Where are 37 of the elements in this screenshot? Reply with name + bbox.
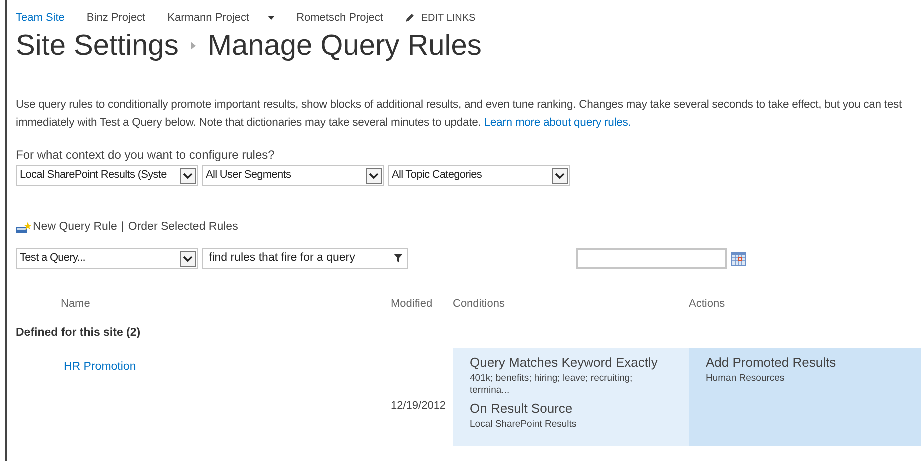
order-rules-link[interactable]: Order Selected Rules xyxy=(128,219,238,237)
column-header[interactable]: Name xyxy=(16,296,391,312)
date-field[interactable] xyxy=(576,248,727,269)
column-header[interactable]: Actions xyxy=(689,296,726,312)
select-field[interactable]: All Topic Categories xyxy=(388,165,570,186)
nav-link[interactable]: Team Site xyxy=(16,10,65,26)
context-label: For what context do you want to configure rules? xyxy=(16,147,276,164)
column-header[interactable]: Modified xyxy=(391,296,453,312)
condition-title: Query Matches Keyword Exactly xyxy=(470,354,659,371)
page-title: Manage Query Rules xyxy=(208,29,482,64)
filter-field[interactable]: find rules that fire for a query xyxy=(202,248,408,269)
action-detail: Human Resources xyxy=(706,372,786,385)
new-rule-icon xyxy=(16,222,32,234)
learn-more-link[interactable]: Learn more about query rules. xyxy=(484,117,632,129)
condition-detail: Local SharePoint Results xyxy=(470,418,578,431)
rule-name-link[interactable]: HR Promotion xyxy=(16,348,391,376)
nav-link[interactable]: Rometsch Project xyxy=(296,10,384,26)
column-header[interactable]: Conditions xyxy=(453,296,689,312)
modified-date: 12/19/2012 xyxy=(391,398,448,414)
select-field[interactable]: Local SharePoint Results (Syste xyxy=(16,165,198,186)
description-text: Use query rules to conditionally promote important results, show blocks of additional results, and even tune ranking. Changes may take several seconds to take effect, but you can test immediately with Test a Query below. Note that dictionaries may take several minutes to update. Learn more about query rules. xyxy=(16,98,904,131)
breadcrumb-separator-icon xyxy=(190,42,196,50)
breadcrumb-link[interactable]: Site Settings xyxy=(16,28,179,64)
nav-link[interactable]: Binz Project xyxy=(86,10,146,26)
group-header: Defined for this site (2) xyxy=(16,326,142,340)
edit-links-button[interactable]: EDIT LINKS xyxy=(405,10,476,26)
filter-icon xyxy=(394,254,403,263)
select-field[interactable]: All User Segments xyxy=(202,165,384,186)
action-title: Add Promoted Results xyxy=(706,354,838,371)
condition-detail: 401k; benefits; hiring; leave; recruiting; termina... xyxy=(470,372,634,397)
nav-link[interactable]: Karmann Project xyxy=(168,10,275,26)
separator-text: | xyxy=(121,220,124,236)
select-field[interactable]: Test a Query... xyxy=(16,248,198,269)
new-query-rule-link[interactable]: New Query Rule xyxy=(33,219,118,237)
calendar-icon xyxy=(731,252,746,266)
condition-title: On Result Source xyxy=(470,400,574,417)
pencil-icon xyxy=(405,13,416,23)
